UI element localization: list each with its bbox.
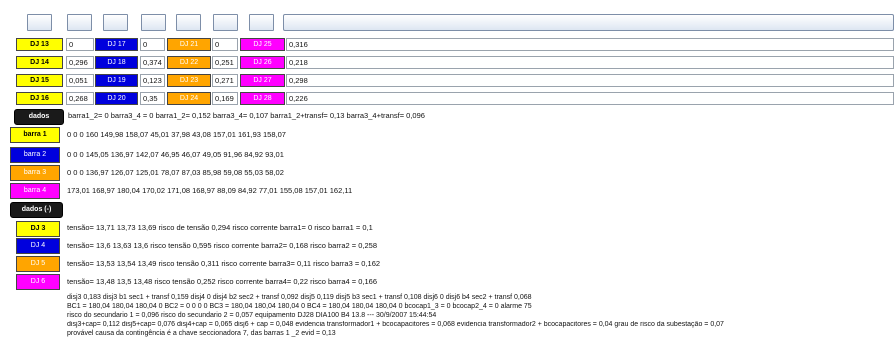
dj-value: 0,268 — [66, 92, 94, 105]
header-button-1[interactable] — [27, 14, 52, 31]
dj-value: 0,169 — [212, 92, 238, 105]
dj-value: 0,298 — [286, 74, 894, 87]
barra-1-values: 0 0 0 160 149,98 158,07 45,01 37,98 43,0… — [67, 130, 286, 139]
dj4-info: tensão= 13,6 13,63 13,6 risco tensão 0,5… — [67, 241, 377, 250]
dj-button[interactable]: DJ 18 — [95, 56, 138, 69]
footer-causa-line: provável causa da contingência é a chave… — [67, 330, 336, 337]
dj-button[interactable]: DJ 24 — [167, 92, 211, 105]
header-button-7[interactable] — [249, 14, 274, 31]
footer-bc-line: BC1 = 180,04 180,04 180,04 0 BC2 = 0 0 0… — [67, 303, 532, 310]
dj-button[interactable]: DJ 21 — [167, 38, 211, 51]
dj-button[interactable]: DJ 14 — [16, 56, 63, 69]
barra-3-values: 0 0 0 136,97 126,07 125,01 78,07 87,03 8… — [67, 168, 284, 177]
dj-value: 0,226 — [286, 92, 894, 105]
dj-value: 0 — [66, 38, 94, 51]
dados-minus-button[interactable]: dados (-) — [10, 202, 63, 218]
barra-3-button[interactable]: barra 3 — [10, 165, 60, 181]
barra-1-button[interactable]: barra 1 — [10, 127, 60, 143]
dj-button[interactable]: DJ 16 — [16, 92, 63, 105]
barra-4-values: 173,01 168,97 180,04 170,02 171,08 168,9… — [67, 186, 353, 195]
header-button-6[interactable] — [213, 14, 238, 31]
dj-value: 0 — [212, 38, 238, 51]
dj-button[interactable]: DJ 27 — [240, 74, 285, 87]
header-button-wide[interactable] — [283, 14, 894, 31]
dj4-button[interactable]: DJ 4 — [16, 238, 60, 254]
footer-cap-line: disj3+cap= 0,112 disj5+cap= 0,076 disj4+… — [67, 321, 724, 328]
barra-2-values: 0 0 0 145,05 136,97 142,07 46,95 46,07 4… — [67, 150, 284, 159]
dj-value: 0,271 — [212, 74, 238, 87]
dj3-info: tensão= 13,71 13,73 13,69 risco de tensã… — [67, 223, 373, 232]
dj-button[interactable]: DJ 26 — [240, 56, 285, 69]
dj-button[interactable]: DJ 15 — [16, 74, 63, 87]
header-button-2[interactable] — [67, 14, 92, 31]
dj-value: 0,051 — [66, 74, 94, 87]
dj6-info: tensão= 13,48 13,5 13,48 risco tensão 0,… — [67, 277, 377, 286]
header-button-3[interactable] — [103, 14, 128, 31]
footer-risco-line: risco do secundario 1 = 0,096 risco do s… — [67, 312, 437, 319]
dj3-button[interactable]: DJ 3 — [16, 221, 60, 237]
dj-value: 0,251 — [212, 56, 238, 69]
dj-button[interactable]: DJ 17 — [95, 38, 138, 51]
dj-value: 0,123 — [140, 74, 165, 87]
dj5-button[interactable]: DJ 5 — [16, 256, 60, 272]
dj-value: 0,374 — [140, 56, 165, 69]
dj-button[interactable]: DJ 23 — [167, 74, 211, 87]
dj-button[interactable]: DJ 13 — [16, 38, 63, 51]
barra-4-button[interactable]: barra 4 — [10, 183, 60, 199]
dj-value: 0,316 — [286, 38, 894, 51]
dj-value: 0,218 — [286, 56, 894, 69]
dados-summary: barra1_2= 0 barra3_4 = 0 barra1_2= 0,152… — [68, 111, 425, 120]
dj5-info: tensão= 13,53 13,54 13,49 risco tensão 0… — [67, 259, 381, 268]
header-button-4[interactable] — [141, 14, 166, 31]
barra-2-button[interactable]: barra 2 — [10, 147, 60, 163]
dj-button[interactable]: DJ 19 — [95, 74, 138, 87]
dj-button[interactable]: DJ 28 — [240, 92, 285, 105]
dj-button[interactable]: DJ 25 — [240, 38, 285, 51]
footer-disj-line: disj3 0,183 disj3 b1 sec1 + transf 0,159… — [67, 294, 532, 301]
dj-button[interactable]: DJ 20 — [95, 92, 138, 105]
dj-value: 0 — [140, 38, 165, 51]
dj-value: 0,35 — [140, 92, 165, 105]
dj6-button[interactable]: DJ 6 — [16, 274, 60, 290]
dj-button[interactable]: DJ 22 — [167, 56, 211, 69]
dj-value: 0,296 — [66, 56, 94, 69]
dados-button[interactable]: dados — [14, 109, 64, 125]
header-button-5[interactable] — [176, 14, 201, 31]
